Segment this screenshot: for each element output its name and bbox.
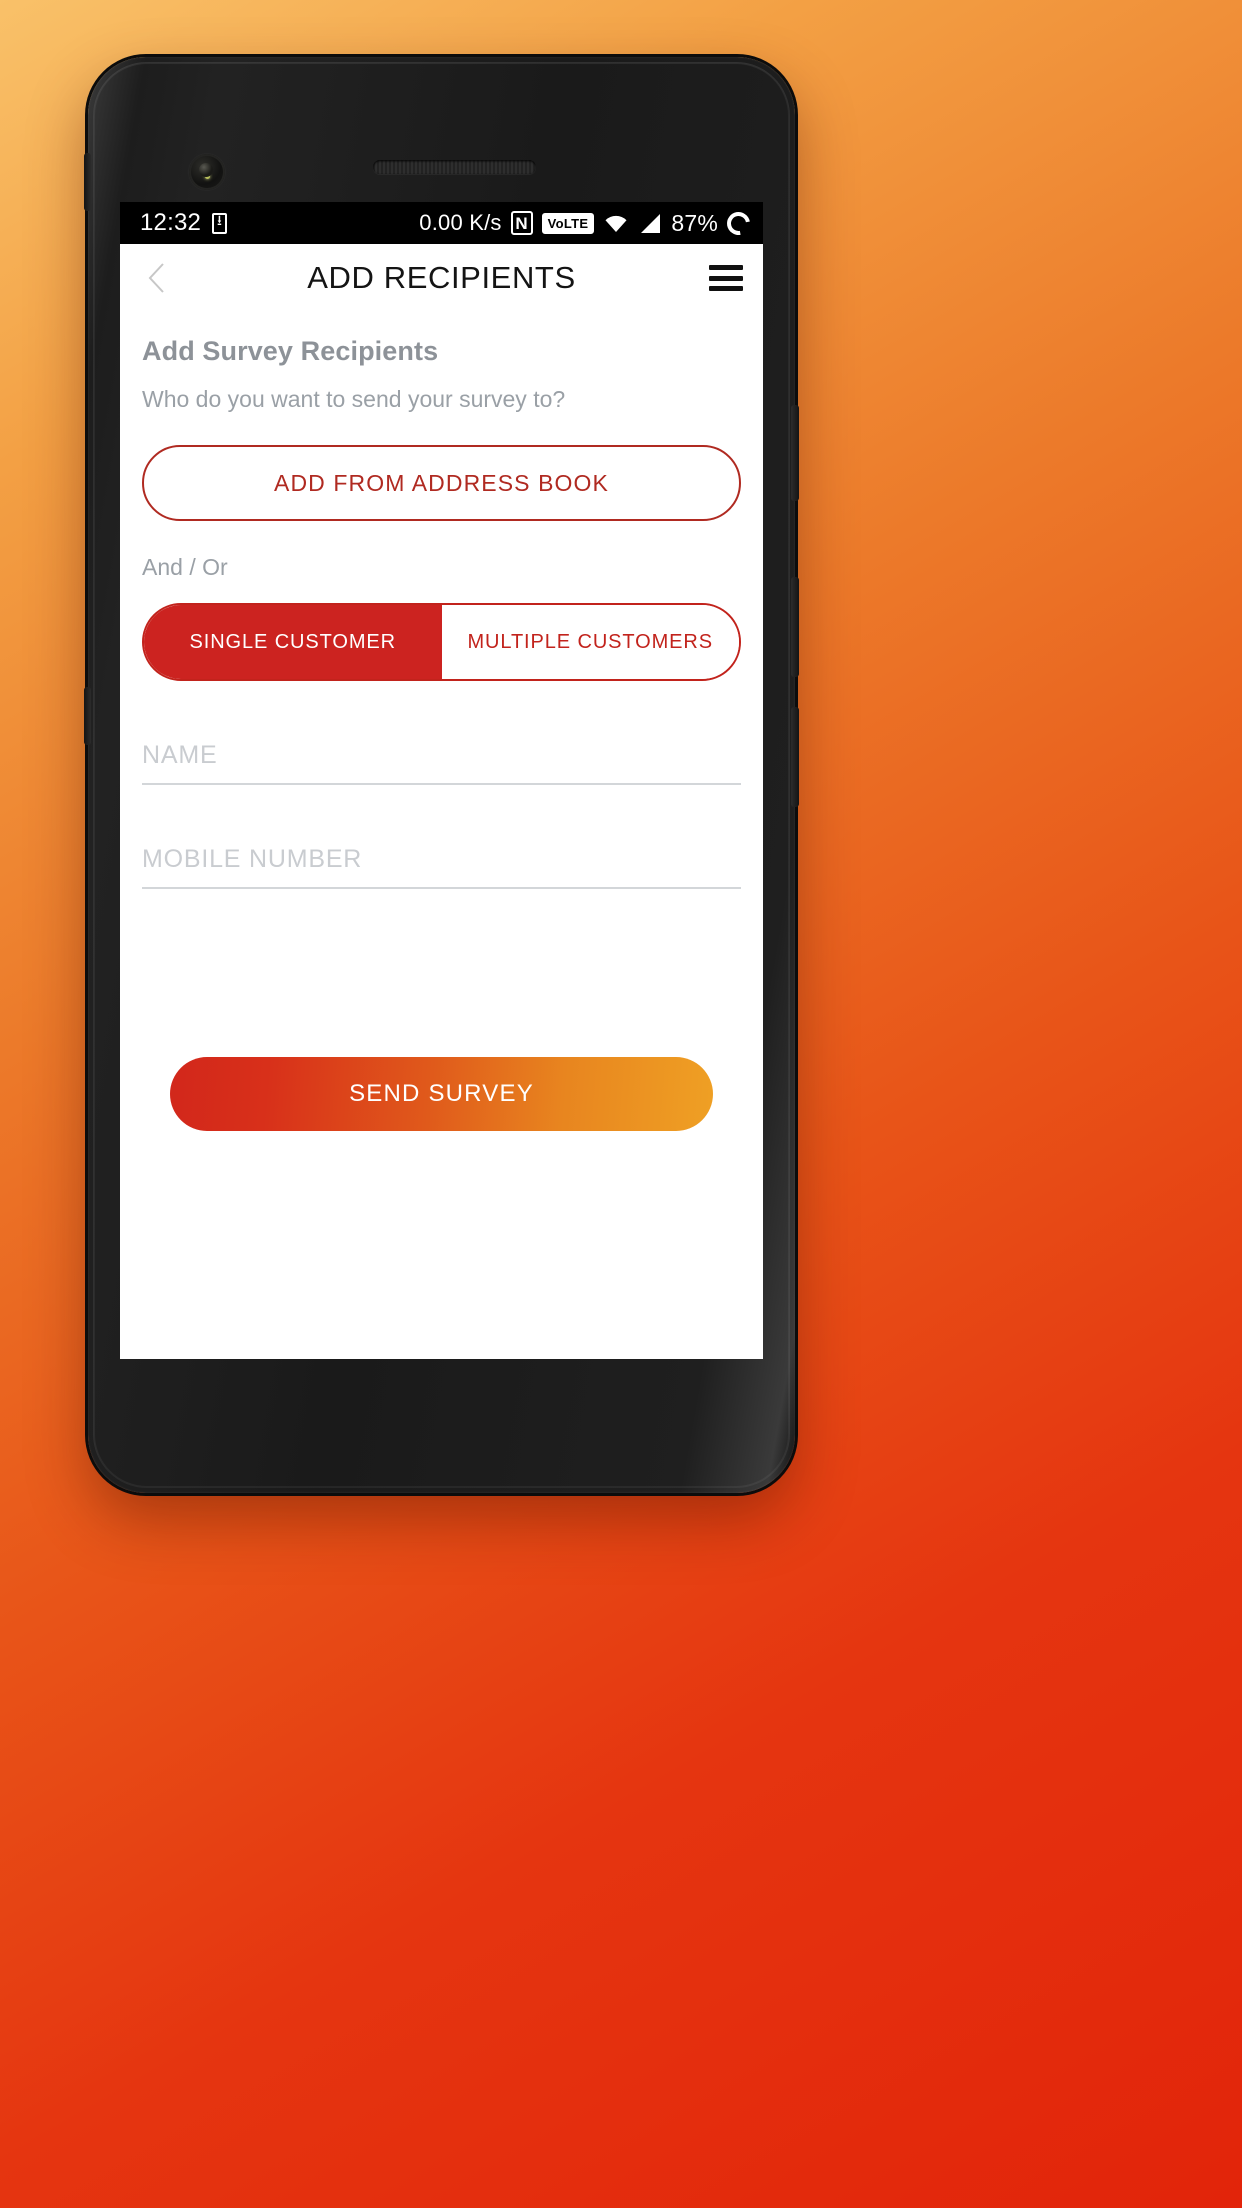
status-bar-clock: 12:32 bbox=[140, 209, 202, 236]
network-speed-label: 0.00 K/s bbox=[419, 210, 502, 235]
page-title: ADD RECIPIENTS bbox=[307, 260, 576, 295]
power-button[interactable] bbox=[791, 405, 799, 501]
phone-device: 12:32 0.00 K/s N VoLTE 87% bbox=[84, 57, 799, 1493]
nfc-icon: N bbox=[510, 211, 533, 235]
send-survey-button[interactable]: SEND SURVEY bbox=[170, 1057, 713, 1131]
battery-charging-ring-icon bbox=[722, 206, 755, 240]
and-or-label: And / Or bbox=[142, 554, 228, 580]
left-side-button-top[interactable] bbox=[84, 153, 91, 211]
mobile-number-input[interactable] bbox=[142, 831, 741, 889]
section-heading: Add Survey Recipients bbox=[142, 336, 439, 366]
camera-led-icon bbox=[205, 174, 210, 179]
volume-down-button[interactable] bbox=[791, 707, 799, 807]
hamburger-menu-icon[interactable] bbox=[709, 265, 743, 291]
cellular-signal-icon bbox=[638, 213, 662, 234]
phone-screen: 12:32 0.00 K/s N VoLTE 87% bbox=[120, 202, 763, 1359]
section-subheading: Who do you want to send your survey to? bbox=[142, 386, 566, 412]
recipient-mode-segmented-control: SINGLE CUSTOMER MULTIPLE CUSTOMERS bbox=[142, 603, 741, 681]
left-side-button-bottom[interactable] bbox=[84, 687, 91, 745]
front-camera-icon bbox=[189, 154, 225, 190]
volume-up-button[interactable] bbox=[791, 577, 799, 677]
segment-multiple-customers[interactable]: MULTIPLE CUSTOMERS bbox=[441, 605, 739, 679]
app-bar: ADD RECIPIENTS bbox=[120, 244, 763, 312]
mobile-field-wrapper bbox=[142, 831, 741, 889]
status-bar: 12:32 0.00 K/s N VoLTE 87% bbox=[120, 202, 763, 244]
wifi-icon bbox=[603, 213, 629, 233]
add-from-address-book-button[interactable]: ADD FROM ADDRESS BOOK bbox=[142, 445, 741, 521]
volte-icon: VoLTE bbox=[541, 212, 595, 234]
status-bar-right: 0.00 K/s N VoLTE 87% bbox=[419, 206, 755, 240]
send-survey-wrapper: SEND SURVEY bbox=[142, 1057, 741, 1131]
name-input[interactable] bbox=[142, 727, 741, 785]
segment-single-customer[interactable]: SINGLE CUSTOMER bbox=[144, 605, 442, 679]
download-indicator-icon bbox=[212, 210, 228, 234]
battery-percent-label: 87% bbox=[671, 209, 718, 236]
main-content: Add Survey Recipients Who do you want to… bbox=[120, 336, 763, 1131]
earpiece-speaker-icon bbox=[373, 160, 536, 174]
status-bar-left: 12:32 bbox=[140, 209, 228, 237]
name-field-wrapper bbox=[142, 727, 741, 785]
